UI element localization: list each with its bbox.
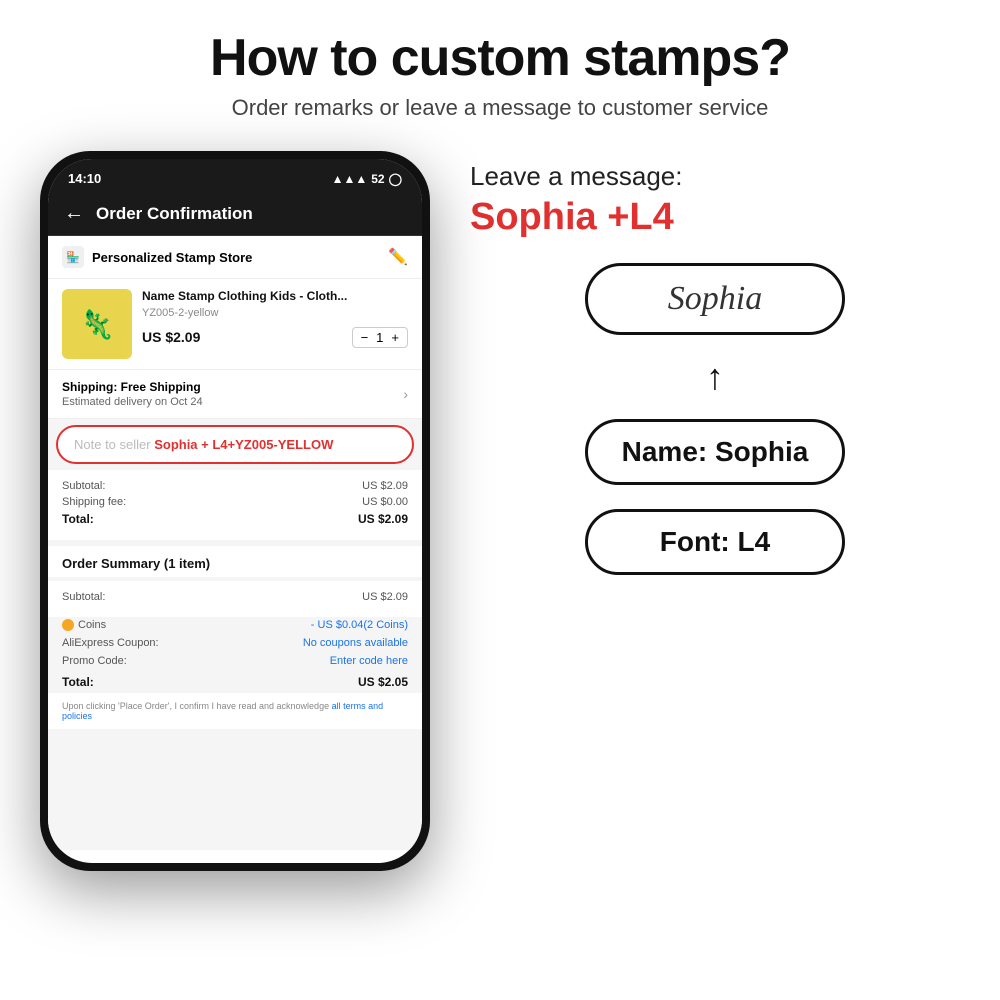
shipping-fee-value: US $0.00 bbox=[362, 496, 408, 508]
summary-shipping-row: Shipping fee: US $0.00 bbox=[62, 496, 408, 508]
place-order-text: Upon clicking 'Place Order', I confirm I… bbox=[48, 693, 422, 729]
coupon-row: AliExpress Coupon: No coupons available bbox=[48, 635, 422, 651]
product-price: US $2.09 bbox=[142, 329, 200, 345]
screen-title: Order Confirmation bbox=[96, 204, 253, 224]
shipping-subtitle: Estimated delivery on Oct 24 bbox=[62, 396, 203, 408]
order-subtotal-value: US $2.09 bbox=[362, 591, 408, 603]
phone-screen: 14:10 ▲▲▲ 52 ◯ ← Order Confirmation bbox=[48, 159, 422, 863]
subtotal-value: US $2.09 bbox=[362, 480, 408, 492]
coins-text: Coins bbox=[78, 619, 106, 631]
stamp-preview-text: Sophia bbox=[668, 280, 762, 317]
order-subtotal-row: Subtotal: US $2.09 bbox=[62, 591, 408, 603]
note-prefix: Note to seller bbox=[74, 437, 154, 452]
signal-icons: ▲▲▲ 52 ◯ bbox=[332, 172, 402, 186]
product-price-row: US $2.09 − 1 + bbox=[142, 327, 408, 348]
order-total-label: Total: bbox=[62, 675, 94, 689]
store-row: 🏪 Personalized Stamp Store ✏️ bbox=[48, 236, 422, 279]
content-row: 14:10 ▲▲▲ 52 ◯ ← Order Confirmation bbox=[40, 151, 960, 871]
total-value: US $2.09 bbox=[358, 512, 408, 526]
arrow-up-icon: ↑ bbox=[470, 359, 960, 395]
coupon-label: AliExpress Coupon: bbox=[62, 637, 159, 649]
edit-icon[interactable]: ✏️ bbox=[388, 247, 408, 267]
order-subtotal-label: Subtotal: bbox=[62, 591, 105, 603]
order-total-value: US $2.05 bbox=[358, 675, 408, 689]
leave-label: Leave a message: bbox=[470, 161, 960, 192]
page-container: How to custom stamps? Order remarks or l… bbox=[0, 0, 1000, 1000]
qty-control[interactable]: − 1 + bbox=[352, 327, 408, 348]
coupon-value[interactable]: No coupons available bbox=[303, 637, 408, 649]
coin-dot-icon bbox=[62, 619, 74, 631]
battery-icon: ◯ bbox=[389, 172, 402, 186]
qty-value: 1 bbox=[376, 330, 383, 345]
summary-total-row: Total: US $2.09 bbox=[62, 512, 408, 526]
shipping-title: Shipping: Free Shipping bbox=[62, 380, 203, 394]
leave-message-section: Leave a message: Sophia +L4 bbox=[470, 161, 960, 239]
product-details: Name Stamp Clothing Kids - Cloth... YZ00… bbox=[142, 289, 408, 359]
subtotal-label: Subtotal: bbox=[62, 480, 105, 492]
subtitle: Order remarks or leave a message to cust… bbox=[40, 95, 960, 121]
header-section: How to custom stamps? Order remarks or l… bbox=[40, 30, 960, 121]
coins-value: - US $0.04(2 Coins) bbox=[311, 619, 408, 631]
right-panel: Leave a message: Sophia +L4 Sophia ↑ Nam… bbox=[470, 151, 960, 575]
font-box: Font: L4 bbox=[585, 509, 845, 575]
promo-label: Promo Code: bbox=[62, 655, 127, 667]
product-name: Name Stamp Clothing Kids - Cloth... bbox=[142, 289, 408, 305]
store-left: 🏪 Personalized Stamp Store bbox=[62, 246, 252, 268]
place-order-label: Upon clicking 'Place Order', I confirm I… bbox=[62, 701, 332, 711]
note-highlight: Sophia + L4+YZ005-YELLOW bbox=[154, 437, 333, 452]
stamp-preview: Sophia bbox=[585, 263, 845, 335]
phone-wrapper: 14:10 ▲▲▲ 52 ◯ ← Order Confirmation bbox=[40, 151, 430, 871]
order-summary: Subtotal: US $2.09 Shipping fee: US $0.0… bbox=[48, 470, 422, 540]
store-icon: 🏪 bbox=[62, 246, 84, 268]
promo-row: Promo Code: Enter code here bbox=[48, 653, 422, 669]
leave-value: Sophia +L4 bbox=[470, 196, 960, 239]
name-box: Name: Sophia bbox=[585, 419, 845, 485]
total-label: Total: bbox=[62, 512, 94, 526]
shipping-left: Shipping: Free Shipping Estimated delive… bbox=[62, 380, 203, 408]
product-sku: YZ005-2-yellow bbox=[142, 307, 408, 319]
phone-mockup: 14:10 ▲▲▲ 52 ◯ ← Order Confirmation bbox=[40, 151, 430, 871]
screen-header: ← Order Confirmation bbox=[48, 192, 422, 236]
product-image: 🦎 bbox=[62, 289, 132, 359]
shipping-chevron-icon[interactable]: › bbox=[403, 386, 408, 402]
shipping-fee-label: Shipping fee: bbox=[62, 496, 126, 508]
summary-subtotal-row: Subtotal: US $2.09 bbox=[62, 480, 408, 492]
signal-bars: ▲▲▲ bbox=[332, 172, 368, 186]
coins-label: Coins bbox=[62, 619, 106, 631]
promo-value[interactable]: Enter code here bbox=[330, 655, 408, 667]
back-arrow-icon[interactable]: ← bbox=[64, 202, 84, 225]
note-seller-box[interactable]: Note to seller Sophia + L4+YZ005-YELLOW bbox=[56, 425, 414, 464]
time-display: 14:10 bbox=[68, 171, 101, 186]
shipping-row: Shipping: Free Shipping Estimated delive… bbox=[48, 370, 422, 419]
store-name[interactable]: Personalized Stamp Store bbox=[92, 250, 252, 265]
signal-value: 52 bbox=[371, 172, 384, 186]
name-box-text: Name: Sophia bbox=[622, 436, 809, 467]
product-image-icon: 🦎 bbox=[80, 308, 115, 341]
screen-content: 🏪 Personalized Stamp Store ✏️ 🦎 Name bbox=[48, 236, 422, 850]
font-box-text: Font: L4 bbox=[660, 526, 770, 557]
status-bar: 14:10 ▲▲▲ 52 ◯ bbox=[48, 159, 422, 192]
coins-row: Coins - US $0.04(2 Coins) bbox=[48, 617, 422, 633]
product-row: 🦎 Name Stamp Clothing Kids - Cloth... YZ… bbox=[48, 279, 422, 370]
order-section-title: Order Summary (1 item) bbox=[48, 540, 422, 577]
order-total-row: Total: US $2.05 bbox=[48, 673, 422, 691]
qty-minus[interactable]: − bbox=[361, 330, 369, 345]
qty-plus[interactable]: + bbox=[391, 330, 399, 345]
order-section-summary: Subtotal: US $2.09 bbox=[48, 581, 422, 617]
main-title: How to custom stamps? bbox=[40, 30, 960, 87]
